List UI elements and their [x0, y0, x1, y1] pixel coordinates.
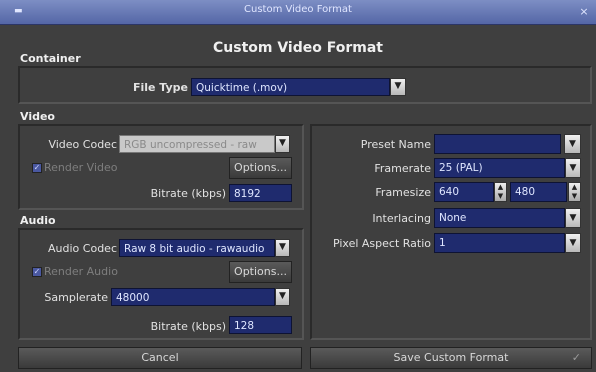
interlacing-select[interactable]: None [434, 208, 565, 228]
spin-up-icon[interactable]: ▲ [495, 183, 506, 192]
cancel-button[interactable]: Cancel [18, 347, 302, 369]
video-bitrate-label: Bitrate (kbps) [150, 187, 226, 200]
video-section-label: Video [20, 110, 55, 123]
samplerate-label: Samplerate [44, 291, 108, 304]
render-video-checkbox[interactable]: ✓ [32, 163, 42, 173]
spin-up-icon[interactable]: ▲ [569, 183, 580, 192]
framesize-height-input[interactable]: 480 [510, 182, 567, 202]
interlacing-label: Interlacing [372, 212, 431, 225]
file-type-select[interactable]: Quicktime (.mov) [191, 78, 390, 96]
framesize-width-spinner[interactable]: ▲ ▼ [494, 182, 507, 202]
save-custom-format-label: Save Custom Format [393, 351, 509, 364]
container-section-label: Container [20, 52, 81, 65]
check-icon: ✓ [571, 351, 581, 364]
framerate-select[interactable]: 25 (PAL) [434, 158, 565, 178]
audio-codec-dropdown-icon[interactable]: ▼ [275, 239, 290, 257]
video-options-button[interactable]: Options... [229, 157, 292, 179]
video-codec-select[interactable]: RGB uncompressed - raw [119, 135, 275, 153]
samplerate-select[interactable]: 48000 [111, 288, 275, 306]
save-custom-format-button[interactable]: Save Custom Format ✓ [310, 347, 592, 369]
video-bitrate-input[interactable]: 8192 [229, 184, 292, 202]
pixel-aspect-ratio-select[interactable]: 1 [434, 233, 565, 253]
close-icon[interactable]: × [577, 5, 591, 19]
render-video-label: Render Video [44, 161, 118, 174]
framesize-height-spinner[interactable]: ▲ ▼ [568, 182, 581, 202]
render-audio-checkbox[interactable]: ✓ [32, 267, 42, 277]
window-title: Custom Video Format [244, 4, 352, 15]
render-audio-label: Render Audio [44, 265, 118, 278]
preset-name-input[interactable] [434, 134, 561, 154]
audio-section-label: Audio [20, 214, 56, 227]
spin-down-icon[interactable]: ▼ [569, 192, 580, 201]
framerate-dropdown-icon[interactable]: ▼ [565, 158, 581, 178]
dialog-heading: Custom Video Format [213, 40, 383, 56]
preset-frame [310, 124, 592, 340]
preset-name-label: Preset Name [360, 138, 431, 151]
audio-bitrate-input[interactable]: 128 [229, 316, 292, 334]
audio-codec-select[interactable]: Raw 8 bit audio - rawaudio [119, 239, 275, 257]
framerate-label: Framerate [374, 162, 431, 175]
audio-bitrate-label: Bitrate (kbps) [150, 320, 226, 333]
pixel-aspect-ratio-dropdown-icon[interactable]: ▼ [565, 233, 581, 253]
audio-codec-label: Audio Codec [48, 242, 117, 255]
pixel-aspect-ratio-label: Pixel Aspect Ratio [332, 237, 431, 250]
samplerate-dropdown-icon[interactable]: ▼ [275, 288, 290, 306]
file-type-label: File Type [132, 81, 188, 94]
framesize-label: Framesize [375, 186, 431, 199]
interlacing-dropdown-icon[interactable]: ▼ [565, 208, 581, 228]
file-type-dropdown-icon[interactable]: ▼ [390, 78, 406, 96]
audio-options-button[interactable]: Options... [229, 261, 292, 283]
spin-down-icon[interactable]: ▼ [495, 192, 506, 201]
window-menu-icon[interactable]: ▬ [14, 6, 26, 16]
framesize-width-input[interactable]: 640 [434, 182, 494, 202]
video-codec-dropdown-icon[interactable]: ▼ [275, 135, 290, 153]
video-codec-label: Video Codec [48, 138, 117, 151]
preset-name-dropdown-icon[interactable]: ▼ [564, 134, 581, 154]
title-bar[interactable]: Custom Video Format [0, 0, 596, 25]
